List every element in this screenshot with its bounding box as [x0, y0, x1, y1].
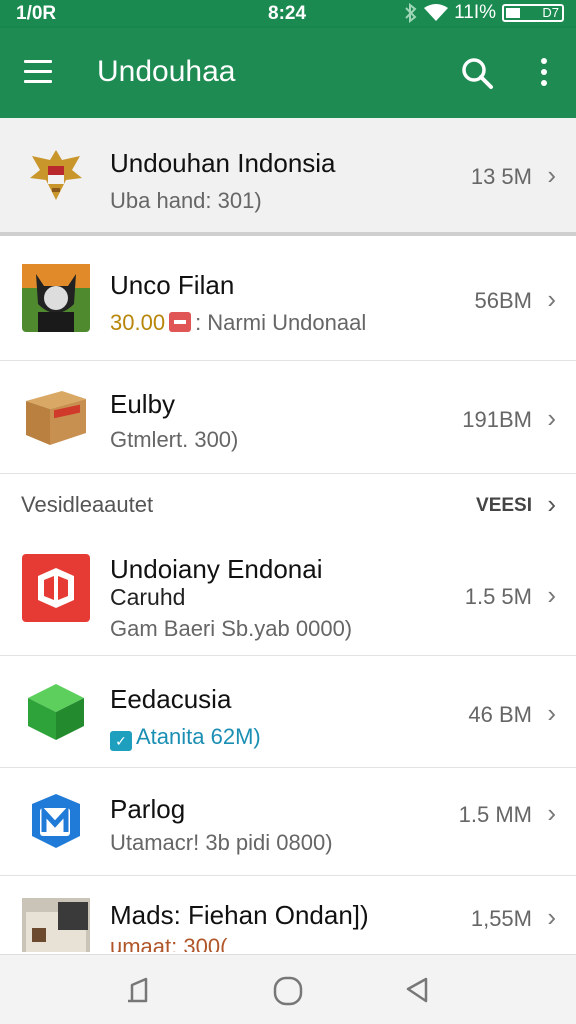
- status-time: 8:24: [268, 3, 307, 24]
- app-name: Mads: Fiehan Ondan]): [110, 900, 369, 930]
- cat-portrait-icon: [22, 264, 90, 332]
- tag-icon: [169, 312, 192, 332]
- app-size: 191BM: [462, 407, 532, 432]
- search-icon[interactable]: [460, 56, 494, 90]
- back-icon[interactable]: [122, 975, 152, 1005]
- app-size: 1.5 MM: [458, 802, 532, 827]
- status-indicators: 11I% D7: [404, 2, 564, 24]
- featured-item[interactable]: Undouhan Indonsia Uba hand: 301) 13 5M ›: [0, 118, 576, 236]
- app-bar: Undouhaa: [0, 28, 576, 118]
- app-subtitle: Gam Baeri Sb.yab 0000): [110, 616, 353, 641]
- chevron-right-icon[interactable]: ›: [547, 489, 556, 520]
- chevron-right-icon: ›: [547, 284, 556, 314]
- bluetooth-icon: [405, 3, 417, 23]
- app-size: 56BM: [474, 288, 532, 313]
- more-vert-icon[interactable]: [538, 58, 550, 91]
- cardboard-box-icon: [26, 391, 86, 445]
- see-more-button[interactable]: VEESI: [476, 495, 532, 517]
- green-box-icon: [28, 684, 84, 740]
- app-subtitle: Uba hand: 301): [110, 188, 262, 213]
- app-name: Undouhan Indonsia: [110, 148, 336, 178]
- download-list: Undouhan Indonsia Uba hand: 301) 13 5M ›…: [0, 118, 576, 952]
- recents-icon[interactable]: [402, 975, 432, 1005]
- app-subtitle: Utamacr! 3b pidi 0800): [110, 830, 333, 855]
- app-subtitle: ✓ Atanita 62M): [110, 724, 261, 751]
- status-bar: 1/0R 8:24 11I% D7: [0, 0, 576, 28]
- garuda-emblem-icon: [30, 150, 82, 200]
- red-cube-icon: [22, 554, 90, 622]
- app-subtitle-text: Atanita 62M): [136, 724, 261, 749]
- hamburger-icon[interactable]: [24, 60, 52, 83]
- app-name-line2: Caruhd: [110, 584, 186, 610]
- check-icon: ✓: [110, 731, 132, 751]
- app-subtitle: Gtmlert. 300): [110, 427, 239, 452]
- app-subtitle: umaat: 300(: [110, 934, 228, 952]
- status-left-text: 1/0R: [16, 3, 57, 24]
- chevron-right-icon: ›: [547, 160, 556, 190]
- wifi-icon: [424, 4, 449, 21]
- section-header: Vesidleaautet VEESI ›: [0, 474, 576, 536]
- battery-icon: D7: [502, 4, 564, 22]
- app-price: 30.00: [110, 310, 166, 335]
- app-title: Undouhaa: [97, 55, 236, 88]
- app-subtitle-text: : Narmi Undonaal: [195, 310, 367, 335]
- chevron-right-icon: ›: [547, 902, 556, 932]
- app-size: 1,55M: [470, 906, 532, 931]
- list-item[interactable]: Undoiany Endonai Caruhd Gam Baeri Sb.yab…: [0, 536, 576, 656]
- chevron-right-icon: ›: [547, 580, 556, 610]
- app-size: 46 BM: [468, 702, 532, 727]
- app-name: Eedacusia: [110, 684, 232, 714]
- app-name: Unco Filan: [110, 270, 235, 300]
- list-item[interactable]: Parlog Utamacr! 3b pidi 0800) 1.5 MM ›: [0, 768, 576, 876]
- app-name: Eulby: [110, 389, 176, 419]
- home-icon[interactable]: [272, 975, 304, 1007]
- list-item[interactable]: Eedacusia ✓ Atanita 62M) 46 BM ›: [0, 656, 576, 768]
- house-photo-icon: [22, 898, 90, 952]
- battery-percent: 11I%: [454, 2, 496, 23]
- list-item[interactable]: Eulby Gtmlert. 300) 191BM ›: [0, 361, 576, 474]
- app-size: 1.5 5M: [464, 584, 532, 609]
- list-item[interactable]: Unco Filan 30.00 : Narmi Undonaal 56BM ›: [0, 236, 576, 361]
- chevron-right-icon: ›: [547, 798, 556, 828]
- app-size: 13 5M: [470, 164, 532, 189]
- chevron-right-icon: ›: [547, 698, 556, 728]
- blue-m-cube-icon: [32, 794, 80, 848]
- section-label: Vesidleaautet: [21, 492, 154, 517]
- navigation-bar: [0, 954, 576, 1024]
- chevron-right-icon: ›: [547, 403, 556, 433]
- battery-box-text: D7: [542, 5, 559, 20]
- app-name: Undoiany Endonai: [110, 554, 323, 584]
- list-item[interactable]: Mads: Fiehan Ondan]) umaat: 300( 1,55M ›: [0, 876, 576, 952]
- app-subtitle: 30.00 : Narmi Undonaal: [110, 310, 366, 336]
- app-name: Parlog: [110, 794, 186, 824]
